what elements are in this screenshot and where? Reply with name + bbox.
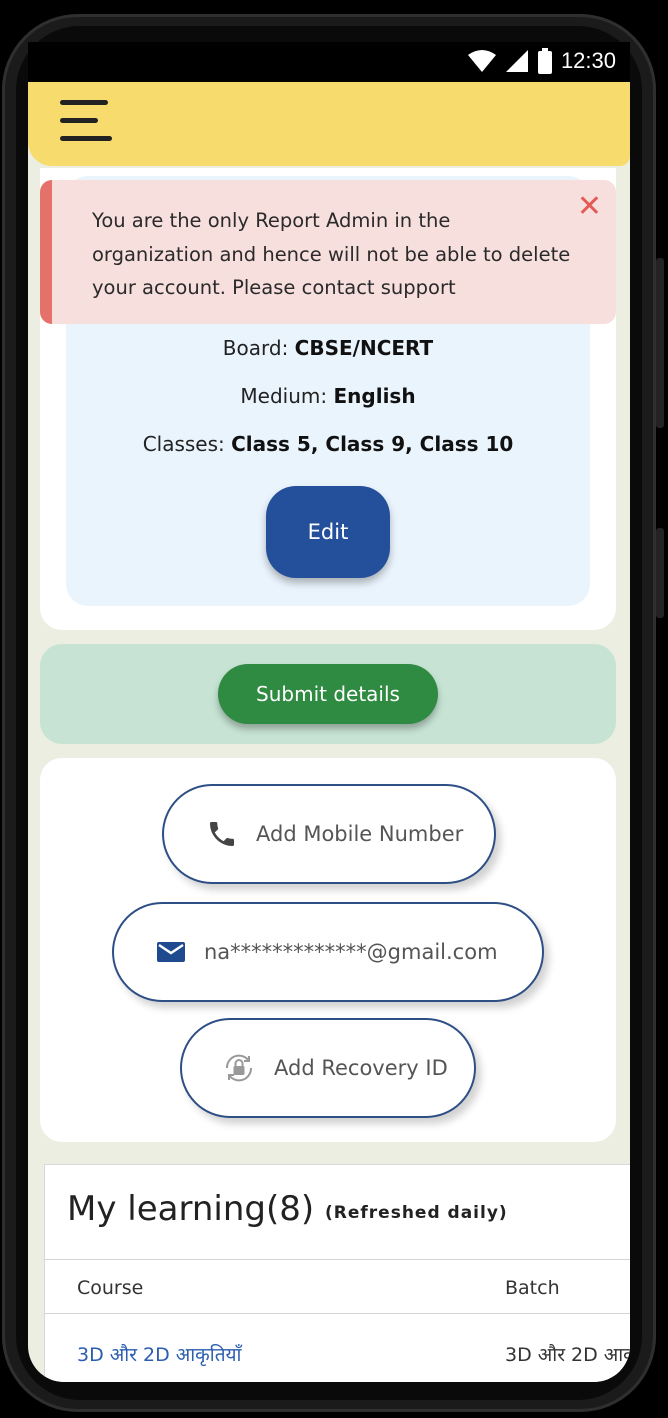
email-icon	[157, 942, 185, 962]
alert-message: You are the only Report Admin in the org…	[92, 209, 571, 299]
email-field[interactable]: na*************@gmail.com	[112, 902, 544, 1002]
course-column-header: Course	[77, 1277, 144, 1299]
add-recovery-label: Add Recovery ID	[274, 1056, 448, 1080]
phone-icon	[210, 822, 234, 846]
refreshed-daily-note: (Refreshed daily)	[325, 1203, 508, 1223]
add-mobile-number-button[interactable]: Add Mobile Number	[162, 784, 496, 884]
classes-label: Classes:	[142, 432, 232, 456]
app-header	[28, 82, 630, 166]
divider	[45, 1259, 630, 1260]
classes-line: Classes: Class 5, Class 9, Class 10	[66, 432, 590, 456]
submit-details-button[interactable]: Submit details	[218, 664, 438, 724]
classes-value: Class 5, Class 9, Class 10	[231, 432, 514, 456]
add-recovery-id-button[interactable]: Add Recovery ID	[180, 1018, 476, 1118]
board-line: Board: CBSE/NCERT	[66, 336, 590, 360]
close-icon[interactable]: ✕	[577, 192, 602, 222]
add-mobile-label: Add Mobile Number	[256, 822, 464, 846]
status-bar: 12:30	[28, 42, 630, 82]
my-learning-section: My learning(8) (Refreshed daily) Course …	[44, 1164, 630, 1382]
wifi-icon	[467, 50, 496, 72]
battery-icon	[537, 48, 552, 74]
volume-button	[656, 258, 664, 428]
medium-label: Medium:	[240, 384, 334, 408]
status-time: 12:30	[560, 48, 616, 73]
divider	[45, 1313, 630, 1314]
my-learning-title: My learning(8)	[67, 1189, 315, 1229]
medium-line: Medium: English	[66, 384, 590, 408]
power-button	[656, 528, 664, 618]
email-value: na*************@gmail.com	[204, 940, 498, 964]
batch-column-header: Batch	[505, 1277, 560, 1299]
batch-cell: 3D और 2D आकृतियाँ	[505, 1344, 630, 1366]
app-screen: 12:30 Board: CBSE/NCERT Medium: English …	[28, 42, 630, 1382]
board-label: Board:	[222, 336, 295, 360]
signal-icon	[505, 50, 528, 72]
edit-button[interactable]: Edit	[266, 486, 390, 578]
course-link[interactable]: 3D और 2D आकृतियाँ	[77, 1341, 241, 1367]
medium-value: English	[333, 384, 416, 408]
board-value: CBSE/NCERT	[294, 336, 434, 360]
error-alert: You are the only Report Admin in the org…	[40, 180, 616, 324]
recovery-lock-icon	[225, 1054, 253, 1082]
hamburger-menu-icon[interactable]	[60, 100, 116, 146]
